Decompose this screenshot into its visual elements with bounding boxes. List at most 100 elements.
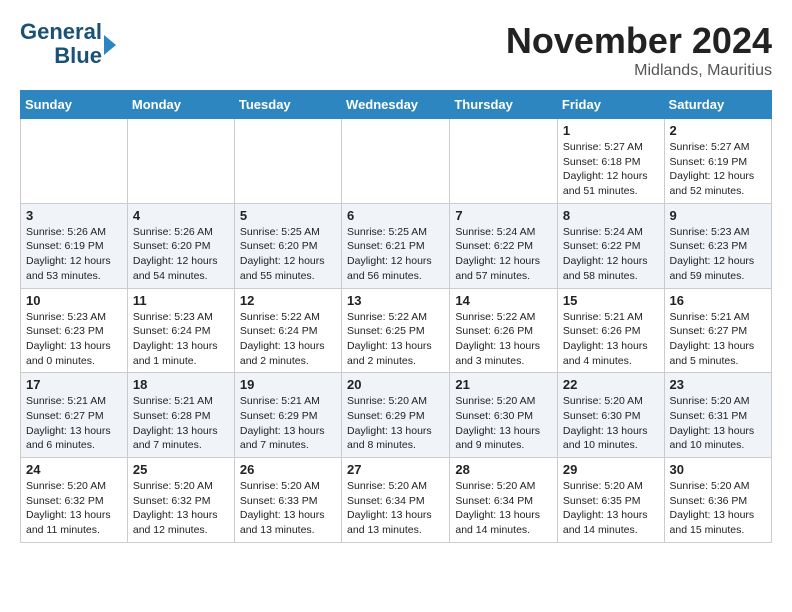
calendar-cell: 30 Sunrise: 5:20 AMSunset: 6:36 PMDayligh… bbox=[664, 458, 771, 543]
day-number: 19 bbox=[240, 377, 336, 392]
weekday-header-monday: Monday bbox=[127, 91, 234, 119]
day-number: 7 bbox=[455, 208, 552, 223]
day-number: 17 bbox=[26, 377, 122, 392]
day-info: Sunrise: 5:21 AMSunset: 6:28 PMDaylight:… bbox=[133, 394, 229, 453]
day-number: 11 bbox=[133, 293, 229, 308]
day-info: Sunrise: 5:20 AMSunset: 6:31 PMDaylight:… bbox=[670, 394, 766, 453]
day-number: 27 bbox=[347, 462, 444, 477]
day-info: Sunrise: 5:24 AMSunset: 6:22 PMDaylight:… bbox=[455, 225, 552, 284]
day-info: Sunrise: 5:20 AMSunset: 6:33 PMDaylight:… bbox=[240, 479, 336, 538]
location-subtitle: Midlands, Mauritius bbox=[506, 62, 772, 80]
day-number: 15 bbox=[563, 293, 659, 308]
day-number: 12 bbox=[240, 293, 336, 308]
day-number: 25 bbox=[133, 462, 229, 477]
day-info: Sunrise: 5:26 AMSunset: 6:19 PMDaylight:… bbox=[26, 225, 122, 284]
day-number: 1 bbox=[563, 123, 659, 138]
day-number: 26 bbox=[240, 462, 336, 477]
calendar-cell: 8Sunrise: 5:24 AMSunset: 6:22 PMDaylight… bbox=[557, 203, 664, 288]
calendar-cell bbox=[127, 119, 234, 204]
calendar-cell: 22 Sunrise: 5:20 AMSunset: 6:30 PMDayligh… bbox=[557, 373, 664, 458]
day-info: Sunrise: 5:20 AMSunset: 6:32 PMDaylight:… bbox=[26, 479, 122, 538]
calendar-cell: 18 Sunrise: 5:21 AMSunset: 6:28 PMDayligh… bbox=[127, 373, 234, 458]
day-info: Sunrise: 5:27 AMSunset: 6:18 PMDaylight:… bbox=[563, 140, 659, 199]
calendar-week-row: 24 Sunrise: 5:20 AMSunset: 6:32 PMDayligh… bbox=[21, 458, 772, 543]
calendar-cell: 6 Sunrise: 5:25 AMSunset: 6:21 PMDaylight… bbox=[342, 203, 450, 288]
day-number: 4 bbox=[133, 208, 229, 223]
calendar-cell: 17Sunrise: 5:21 AMSunset: 6:27 PMDayligh… bbox=[21, 373, 128, 458]
weekday-header-friday: Friday bbox=[557, 91, 664, 119]
day-info: Sunrise: 5:23 AMSunset: 6:23 PMDaylight:… bbox=[26, 310, 122, 369]
calendar-cell: 2 Sunrise: 5:27 AMSunset: 6:19 PMDaylight… bbox=[664, 119, 771, 204]
title-block: November 2024 Midlands, Mauritius bbox=[506, 20, 772, 80]
day-number: 10 bbox=[26, 293, 122, 308]
calendar-week-row: 17Sunrise: 5:21 AMSunset: 6:27 PMDayligh… bbox=[21, 373, 772, 458]
day-info: Sunrise: 5:20 AMSunset: 6:36 PMDaylight:… bbox=[670, 479, 766, 538]
calendar-cell: 19 Sunrise: 5:21 AMSunset: 6:29 PMDayligh… bbox=[234, 373, 341, 458]
logo-arrow-icon bbox=[104, 35, 116, 55]
day-info: Sunrise: 5:23 AMSunset: 6:23 PMDaylight:… bbox=[670, 225, 766, 284]
day-info: Sunrise: 5:20 AMSunset: 6:30 PMDaylight:… bbox=[563, 394, 659, 453]
day-number: 28 bbox=[455, 462, 552, 477]
calendar-cell: 28 Sunrise: 5:20 AMSunset: 6:34 PMDayligh… bbox=[450, 458, 558, 543]
day-number: 3 bbox=[26, 208, 122, 223]
calendar-cell: 20 Sunrise: 5:20 AMSunset: 6:29 PMDayligh… bbox=[342, 373, 450, 458]
day-number: 21 bbox=[455, 377, 552, 392]
day-number: 18 bbox=[133, 377, 229, 392]
page-header: General Blue November 2024 Midlands, Mau… bbox=[20, 20, 772, 80]
day-number: 22 bbox=[563, 377, 659, 392]
day-info: Sunrise: 5:20 AMSunset: 6:34 PMDaylight:… bbox=[347, 479, 444, 538]
day-info: Sunrise: 5:27 AMSunset: 6:19 PMDaylight:… bbox=[670, 140, 766, 199]
calendar-cell: 16Sunrise: 5:21 AMSunset: 6:27 PMDayligh… bbox=[664, 288, 771, 373]
calendar-cell: 15 Sunrise: 5:21 AMSunset: 6:26 PMDayligh… bbox=[557, 288, 664, 373]
day-info: Sunrise: 5:20 AMSunset: 6:30 PMDaylight:… bbox=[455, 394, 552, 453]
day-info: Sunrise: 5:23 AMSunset: 6:24 PMDaylight:… bbox=[133, 310, 229, 369]
day-number: 2 bbox=[670, 123, 766, 138]
calendar-cell: 14 Sunrise: 5:22 AMSunset: 6:26 PMDayligh… bbox=[450, 288, 558, 373]
day-number: 24 bbox=[26, 462, 122, 477]
calendar-cell: 23 Sunrise: 5:20 AMSunset: 6:31 PMDayligh… bbox=[664, 373, 771, 458]
day-info: Sunrise: 5:22 AMSunset: 6:24 PMDaylight:… bbox=[240, 310, 336, 369]
calendar-cell bbox=[450, 119, 558, 204]
calendar-cell: 26 Sunrise: 5:20 AMSunset: 6:33 PMDayligh… bbox=[234, 458, 341, 543]
day-info: Sunrise: 5:22 AMSunset: 6:25 PMDaylight:… bbox=[347, 310, 444, 369]
day-number: 30 bbox=[670, 462, 766, 477]
logo-text-blue: Blue bbox=[54, 43, 102, 68]
day-number: 6 bbox=[347, 208, 444, 223]
day-info: Sunrise: 5:20 AMSunset: 6:32 PMDaylight:… bbox=[133, 479, 229, 538]
calendar-body: 1 Sunrise: 5:27 AMSunset: 6:18 PMDaylight… bbox=[21, 119, 772, 543]
calendar-table: SundayMondayTuesdayWednesdayThursdayFrid… bbox=[20, 90, 772, 543]
day-number: 20 bbox=[347, 377, 444, 392]
calendar-cell: 4Sunrise: 5:26 AMSunset: 6:20 PMDaylight… bbox=[127, 203, 234, 288]
day-number: 14 bbox=[455, 293, 552, 308]
day-number: 13 bbox=[347, 293, 444, 308]
calendar-header: SundayMondayTuesdayWednesdayThursdayFrid… bbox=[21, 91, 772, 119]
day-number: 29 bbox=[563, 462, 659, 477]
day-info: Sunrise: 5:20 AMSunset: 6:35 PMDaylight:… bbox=[563, 479, 659, 538]
day-info: Sunrise: 5:22 AMSunset: 6:26 PMDaylight:… bbox=[455, 310, 552, 369]
calendar-cell: 25 Sunrise: 5:20 AMSunset: 6:32 PMDayligh… bbox=[127, 458, 234, 543]
day-info: Sunrise: 5:20 AMSunset: 6:29 PMDaylight:… bbox=[347, 394, 444, 453]
calendar-cell: 29 Sunrise: 5:20 AMSunset: 6:35 PMDayligh… bbox=[557, 458, 664, 543]
weekday-header-row: SundayMondayTuesdayWednesdayThursdayFrid… bbox=[21, 91, 772, 119]
calendar-cell: 12 Sunrise: 5:22 AMSunset: 6:24 PMDayligh… bbox=[234, 288, 341, 373]
calendar-cell: 1 Sunrise: 5:27 AMSunset: 6:18 PMDaylight… bbox=[557, 119, 664, 204]
calendar-cell: 21 Sunrise: 5:20 AMSunset: 6:30 PMDayligh… bbox=[450, 373, 558, 458]
logo-text-general: General bbox=[20, 19, 102, 44]
day-info: Sunrise: 5:21 AMSunset: 6:26 PMDaylight:… bbox=[563, 310, 659, 369]
weekday-header-sunday: Sunday bbox=[21, 91, 128, 119]
calendar-cell: 3 Sunrise: 5:26 AMSunset: 6:19 PMDaylight… bbox=[21, 203, 128, 288]
weekday-header-wednesday: Wednesday bbox=[342, 91, 450, 119]
calendar-cell: 11 Sunrise: 5:23 AMSunset: 6:24 PMDayligh… bbox=[127, 288, 234, 373]
day-number: 23 bbox=[670, 377, 766, 392]
month-title: November 2024 bbox=[506, 20, 772, 62]
calendar-week-row: 3 Sunrise: 5:26 AMSunset: 6:19 PMDaylight… bbox=[21, 203, 772, 288]
calendar-cell: 9 Sunrise: 5:23 AMSunset: 6:23 PMDaylight… bbox=[664, 203, 771, 288]
weekday-header-thursday: Thursday bbox=[450, 91, 558, 119]
day-info: Sunrise: 5:20 AMSunset: 6:34 PMDaylight:… bbox=[455, 479, 552, 538]
day-number: 5 bbox=[240, 208, 336, 223]
day-info: Sunrise: 5:21 AMSunset: 6:29 PMDaylight:… bbox=[240, 394, 336, 453]
day-number: 9 bbox=[670, 208, 766, 223]
day-info: Sunrise: 5:24 AMSunset: 6:22 PMDaylight:… bbox=[563, 225, 659, 284]
weekday-header-saturday: Saturday bbox=[664, 91, 771, 119]
day-info: Sunrise: 5:25 AMSunset: 6:21 PMDaylight:… bbox=[347, 225, 444, 284]
